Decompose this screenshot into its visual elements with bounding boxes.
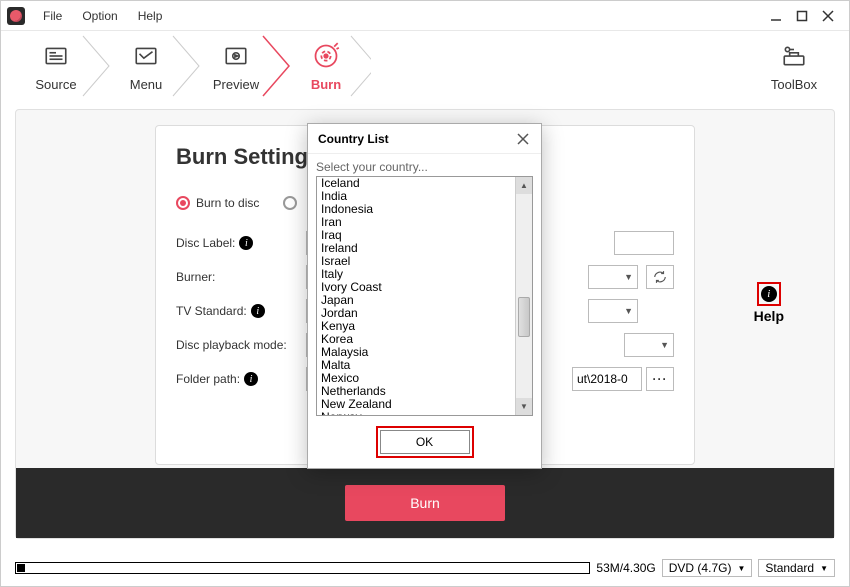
progress-fill xyxy=(17,564,25,572)
step-menu[interactable]: Menu xyxy=(101,41,191,92)
country-listbox[interactable]: IcelandIndiaIndonesiaIranIraqIrelandIsra… xyxy=(316,176,533,416)
chevron-down-icon: ▼ xyxy=(660,340,669,350)
list-item[interactable]: Indonesia xyxy=(317,203,514,216)
folder-path-display xyxy=(572,367,642,391)
scroll-up-icon[interactable]: ▲ xyxy=(516,177,532,194)
refresh-button[interactable] xyxy=(646,265,674,289)
preview-icon xyxy=(221,41,251,71)
disc-label-label: Disc Label: xyxy=(176,236,235,250)
step-preview[interactable]: Preview xyxy=(191,41,281,92)
toolbox-icon xyxy=(779,41,809,71)
action-bar: Burn xyxy=(16,468,834,538)
dialog-title-text: Country List xyxy=(318,132,389,146)
step-source-label: Source xyxy=(35,77,76,92)
browse-button[interactable]: ··· xyxy=(646,367,674,391)
scroll-down-icon[interactable]: ▼ xyxy=(516,398,532,415)
menu-help[interactable]: Help xyxy=(128,9,173,23)
radio-burn-to-disc[interactable]: Burn to disc xyxy=(176,196,259,210)
ok-button[interactable]: OK xyxy=(380,430,470,454)
chevron-down-icon: ▼ xyxy=(737,564,745,573)
status-bar: 53M/4.30G DVD (4.7G)▼ Standard▼ xyxy=(15,558,835,578)
help-callout: i Help xyxy=(754,282,784,324)
help-info-icon[interactable]: i xyxy=(761,286,777,302)
step-burn-label: Burn xyxy=(311,77,341,92)
menubar: File Option Help xyxy=(1,1,849,31)
dialog-prompt: Select your country... xyxy=(316,160,533,174)
quality-dropdown[interactable]: Standard▼ xyxy=(758,559,835,577)
disc-playback-label: Disc playback mode: xyxy=(176,338,287,352)
radio-dot-icon xyxy=(176,196,190,210)
radio-dot-icon xyxy=(283,196,297,210)
chevron-down-icon: ▼ xyxy=(624,306,633,316)
menu-file[interactable]: File xyxy=(33,9,72,23)
burn-button[interactable]: Burn xyxy=(345,485,505,521)
info-icon[interactable]: i xyxy=(239,236,253,250)
disc-usage-progress xyxy=(15,562,590,574)
scrollbar[interactable]: ▲ ▼ xyxy=(515,177,532,415)
tv-standard-label: TV Standard: xyxy=(176,304,247,318)
info-icon[interactable]: i xyxy=(244,372,258,386)
burner-dropdown-right[interactable]: ▼ xyxy=(588,265,638,289)
folder-path-label: Folder path: xyxy=(176,372,240,386)
list-item[interactable]: Norway xyxy=(317,411,514,415)
menu-option[interactable]: Option xyxy=(72,9,127,23)
step-preview-label: Preview xyxy=(213,77,259,92)
country-list-dialog: Country List Select your country... Icel… xyxy=(307,123,542,469)
close-button[interactable] xyxy=(819,7,837,25)
list-item[interactable]: Israel xyxy=(317,255,514,268)
menu-icon xyxy=(131,41,161,71)
step-toolbox-label: ToolBox xyxy=(771,77,817,92)
radio-burn-to-disc-label: Burn to disc xyxy=(196,196,259,210)
step-source[interactable]: Source xyxy=(11,41,101,92)
step-toolbox[interactable]: ToolBox xyxy=(749,41,839,92)
burn-icon xyxy=(311,41,341,71)
tv-standard-dropdown-right[interactable]: ▼ xyxy=(588,299,638,323)
disc-playback-dropdown-right[interactable]: ▼ xyxy=(624,333,674,357)
minimize-button[interactable] xyxy=(767,7,785,25)
window-controls xyxy=(767,7,843,25)
disc-usage-text: 53M/4.30G xyxy=(596,561,655,575)
info-icon[interactable]: i xyxy=(251,304,265,318)
source-icon xyxy=(41,41,71,71)
maximize-button[interactable] xyxy=(793,7,811,25)
app-logo-icon xyxy=(7,7,25,25)
dialog-titlebar: Country List xyxy=(308,124,541,154)
list-item[interactable]: Iran xyxy=(317,216,514,229)
disc-type-dropdown[interactable]: DVD (4.7G)▼ xyxy=(662,559,753,577)
step-burn[interactable]: Burn xyxy=(281,41,371,92)
burner-label: Burner: xyxy=(176,270,215,284)
chevron-down-icon: ▼ xyxy=(624,272,633,282)
nav-steps: Source Menu Preview Burn ToolBox xyxy=(1,31,849,101)
dialog-close-button[interactable] xyxy=(515,131,531,147)
scroll-thumb[interactable] xyxy=(518,297,530,337)
help-label: Help xyxy=(754,308,784,324)
step-menu-label: Menu xyxy=(130,77,163,92)
ok-highlight: OK xyxy=(376,426,474,458)
chevron-down-icon: ▼ xyxy=(820,564,828,573)
radio-second-option[interactable] xyxy=(283,196,297,210)
disc-label-field2[interactable] xyxy=(614,231,674,255)
